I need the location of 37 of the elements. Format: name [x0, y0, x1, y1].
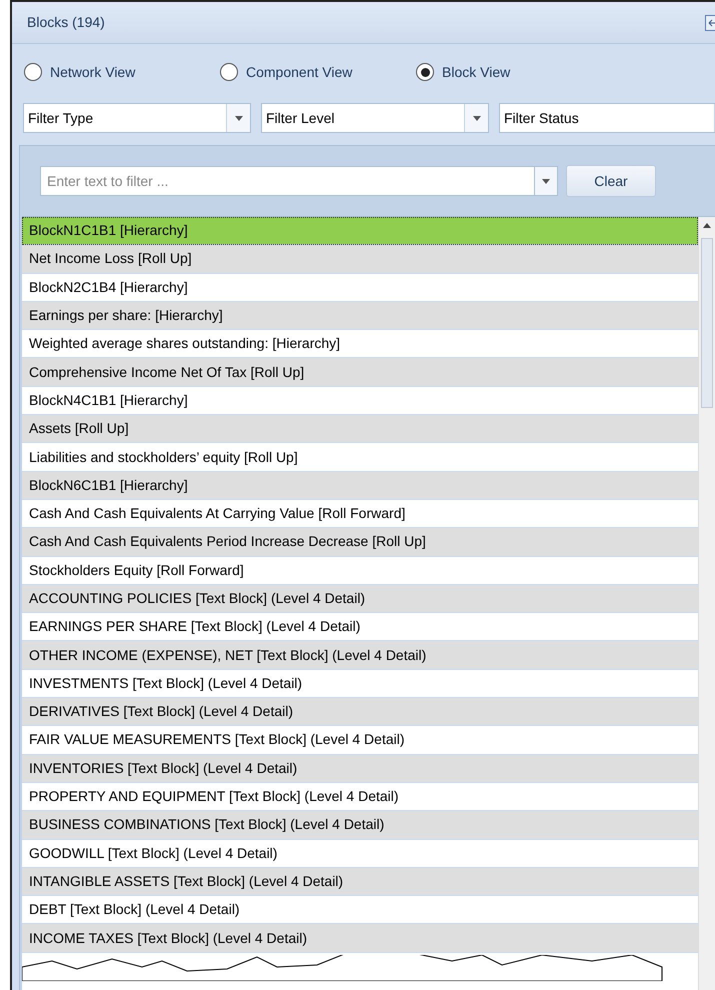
filter-dropdown[interactable]: Filter Status — [499, 103, 715, 133]
list-item[interactable]: INTANGIBLE ASSETS [Text Block] (Level 4 Detail) — [22, 868, 698, 896]
filter-dropdown[interactable]: Filter Type — [23, 103, 251, 133]
list-item[interactable]: Cash And Cash Equivalents Period Increase Decrease [Roll Up] — [22, 528, 698, 557]
list-item[interactable]: BlockN1C1B1 [Hierarchy] — [22, 217, 698, 246]
caret-icon — [542, 178, 550, 184]
radio-button[interactable] — [220, 63, 238, 81]
dropdown-button[interactable] — [534, 166, 558, 196]
list-item[interactable]: Assets [Roll Up] — [22, 415, 698, 444]
radio-button[interactable] — [416, 63, 434, 81]
scroll-thumb[interactable] — [701, 238, 713, 408]
list-item[interactable]: OTHER INCOME (EXPENSE), NET [Text Block] (Level 4 Detail) — [22, 641, 698, 670]
list-item[interactable]: BlockN6C1B1 [Hierarchy] — [22, 472, 698, 500]
list-item[interactable]: ACCOUNTING POLICIES [Text Block] (Level 4 Detail) — [22, 584, 698, 614]
list-item[interactable]: Earnings per share: [Hierarchy] — [22, 302, 698, 330]
panel-title: Blocks (194) — [27, 13, 105, 32]
scrollbar[interactable] — [698, 217, 715, 990]
list-item[interactable]: GOODWILL [Text Block] (Level 4 Detail) — [22, 840, 698, 868]
filter-text-field[interactable]: Enter text to filter ... — [40, 166, 534, 196]
list-item[interactable]: INCOME TAXES [Text Block] (Level 4 Detail) — [22, 924, 698, 953]
radio-label: Component View — [246, 62, 352, 82]
list-item[interactable]: Stockholders Equity [Roll Forward] — [22, 556, 698, 585]
list-item[interactable]: Comprehensive Income Net Of Tax [Roll Up] — [22, 358, 698, 387]
list-item[interactable]: BlockN2C1B4 [Hierarchy] — [22, 274, 698, 302]
list-item[interactable]: DERIVATIVES [Text Block] (Level 4 Detail) — [22, 698, 698, 726]
pin-icon[interactable] — [705, 14, 715, 30]
radio-button[interactable] — [24, 63, 42, 81]
clear-button[interactable]: Clear — [566, 165, 656, 197]
caret-icon — [472, 116, 480, 120]
scroll-up-icon[interactable] — [703, 223, 711, 228]
list-item[interactable]: Net Income Loss [Roll Up] — [22, 245, 698, 274]
filter-dropdown[interactable]: Filter Level — [261, 103, 489, 133]
list-item[interactable]: INVENTORIES [Text Block] (Level 4 Detail) — [22, 754, 698, 783]
radio-label: Network View — [50, 62, 136, 82]
radio-label: Block View — [442, 62, 510, 82]
caret-icon — [234, 116, 242, 120]
list-item[interactable]: BUSINESS COMBINATIONS [Text Block] (Level 4 Detail) — [22, 811, 698, 840]
